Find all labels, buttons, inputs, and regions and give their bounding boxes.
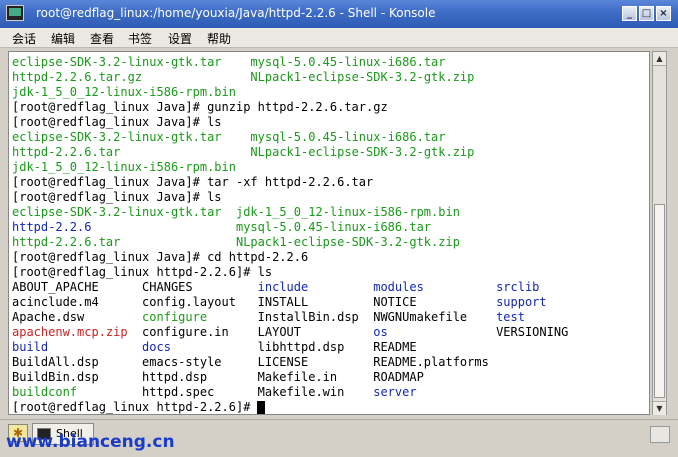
terminal-line: jdk-1_5_0_12-linux-i586-rpm.bin <box>12 85 236 100</box>
minimize-button[interactable]: _ <box>622 6 637 21</box>
terminal-line: buildconf httpd.spec Makefile.win server <box>12 385 417 400</box>
konsole-icon[interactable] <box>6 5 24 21</box>
menu-view[interactable]: 查看 <box>90 30 114 47</box>
terminal-text: jdk-1_5_0_12-linux-i586-rpm.bin <box>12 85 236 99</box>
terminal-line: acinclude.m4 config.layout INSTALL NOTIC… <box>12 295 547 310</box>
close-button[interactable]: × <box>656 6 671 21</box>
terminal-text: include <box>257 280 374 294</box>
terminal-text: buildconf <box>12 385 143 399</box>
terminal-text: test <box>496 310 525 324</box>
terminal-text: BuildBin.dsp httpd.dsp Makefile.in ROADM… <box>12 370 424 384</box>
terminal-text: BuildAll.dsp emacs-style LICENSE README.… <box>12 355 489 369</box>
terminal-text: InstallBin.dsp NWGNUmakefile <box>257 310 497 324</box>
terminal-text: build <box>12 340 143 354</box>
terminal-line: jdk-1_5_0_12-linux-i586-rpm.bin <box>12 160 236 175</box>
terminal-text: NLpack1-eclipse-SDK-3.2-gtk.zip <box>250 145 475 159</box>
close-session-button[interactable] <box>650 426 670 443</box>
terminal-text: NLpack1-eclipse-SDK-3.2-gtk.zip <box>250 70 475 84</box>
terminal-line: [root@redflag_linux Java]# gunzip httpd-… <box>12 100 388 115</box>
text-cursor <box>257 401 266 414</box>
scroll-thumb[interactable] <box>654 204 665 398</box>
scroll-up-arrow-icon[interactable]: ▲ <box>653 52 666 66</box>
terminal-text: jdk-1_5_0_12-linux-i586-rpm.bin <box>12 160 236 174</box>
terminal-line: eclipse-SDK-3.2-linux-gtk.tar mysql-5.0.… <box>12 130 446 145</box>
terminal-text: httpd-2.2.6.tar <box>12 235 236 249</box>
terminal-line: eclipse-SDK-3.2-linux-gtk.tar jdk-1_5_0_… <box>12 205 460 220</box>
terminal-text: jdk-1_5_0_12-linux-i586-rpm.bin <box>235 205 460 219</box>
terminal-text: httpd-2.2.6.tar <box>12 145 251 159</box>
terminal-line: httpd-2.2.6.tar NLpack1-eclipse-SDK-3.2-… <box>12 145 474 160</box>
terminal-text: docs <box>142 340 258 354</box>
terminal-line: [root@redflag_linux Java]# cd httpd-2.2.… <box>12 250 308 265</box>
watermark: www.bianceng.cn <box>6 432 175 452</box>
terminal-line: BuildBin.dsp httpd.dsp Makefile.in ROADM… <box>12 370 424 385</box>
terminal-line: Apache.dsw configure InstallBin.dsp NWGN… <box>12 310 525 325</box>
menu-settings[interactable]: 设置 <box>168 30 192 47</box>
terminal-text: [root@redflag_linux httpd-2.2.6]# <box>12 400 258 414</box>
vertical-scrollbar[interactable]: ▲ ▼ <box>652 51 667 415</box>
terminal-text: configure.in LAYOUT <box>142 325 374 339</box>
terminal-text: mysql-5.0.45-linux-i686.tar <box>235 220 432 234</box>
terminal-line: [root@redflag_linux Java]# ls <box>12 115 222 130</box>
terminal-line: [root@redflag_linux Java]# tar -xf httpd… <box>12 175 373 190</box>
menu-help[interactable]: 帮助 <box>207 30 231 47</box>
menu-bar: 会话 编辑 查看 书签 设置 帮助 <box>0 28 678 48</box>
terminal-line: [root@redflag_linux Java]# ls <box>12 190 222 205</box>
terminal-text: eclipse-SDK-3.2-linux-gtk.tar <box>12 130 251 144</box>
maximize-button[interactable]: □ <box>639 6 654 21</box>
terminal-text: httpd-2.2.6 <box>12 220 236 234</box>
terminal-text: support <box>496 295 547 309</box>
menu-session[interactable]: 会话 <box>12 30 36 47</box>
terminal-text: [root@redflag_linux Java]# gunzip httpd-… <box>12 100 388 114</box>
terminal-text: srclib <box>496 280 540 294</box>
terminal-text: acinclude.m4 config.layout INSTALL NOTIC… <box>12 295 497 309</box>
terminal-text: mysql-5.0.45-linux-i686.tar <box>250 130 446 144</box>
terminal-text: configure <box>142 310 258 324</box>
terminal-text: apachenw.mcp.zip <box>12 325 143 339</box>
terminal-text: mysql-5.0.45-linux-i686.tar <box>250 55 446 69</box>
terminal-line: [root@redflag_linux httpd-2.2.6]# <box>12 400 258 414</box>
menu-bookmarks[interactable]: 书签 <box>128 30 152 47</box>
terminal-line: ABOUT_APACHE CHANGES include modules src… <box>12 280 539 295</box>
terminal-text: modules <box>373 280 497 294</box>
terminal-text: httpd-2.2.6.tar.gz <box>12 70 251 84</box>
terminal-text: eclipse-SDK-3.2-linux-gtk.tar <box>12 205 236 219</box>
title-bar[interactable]: root@redflag_linux:/home/youxia/Java/htt… <box>0 0 678 28</box>
terminal-text: libhttpd.dsp README <box>257 340 417 354</box>
terminal-text: eclipse-SDK-3.2-linux-gtk.tar <box>12 55 251 69</box>
menu-edit[interactable]: 编辑 <box>51 30 75 47</box>
terminal-text: os <box>373 325 497 339</box>
terminal-text: httpd.spec Makefile.win <box>142 385 374 399</box>
terminal-line: httpd-2.2.6.tar.gz NLpack1-eclipse-SDK-3… <box>12 70 474 85</box>
terminal-line: eclipse-SDK-3.2-linux-gtk.tar mysql-5.0.… <box>12 55 446 70</box>
terminal-text: [root@redflag_linux Java]# cd httpd-2.2.… <box>12 250 309 264</box>
terminal-text: server <box>373 385 417 399</box>
terminal-text: [root@redflag_linux Java]# ls <box>12 190 222 204</box>
terminal-line: build docs libhttpd.dsp README <box>12 340 417 355</box>
terminal-text: VERSIONING <box>496 325 569 339</box>
terminal-text: ABOUT_APACHE CHANGES <box>12 280 258 294</box>
window-title: root@redflag_linux:/home/youxia/Java/htt… <box>36 6 436 20</box>
terminal-line: [root@redflag_linux httpd-2.2.6]# ls <box>12 265 272 280</box>
terminal-text: NLpack1-eclipse-SDK-3.2-gtk.zip <box>235 235 460 249</box>
terminal-line: BuildAll.dsp emacs-style LICENSE README.… <box>12 355 489 370</box>
terminal-text: [root@redflag_linux Java]# tar -xf httpd… <box>12 175 374 189</box>
scroll-down-arrow-icon[interactable]: ▼ <box>653 401 666 415</box>
terminal-line: httpd-2.2.6.tar NLpack1-eclipse-SDK-3.2-… <box>12 235 460 250</box>
terminal-line: httpd-2.2.6 mysql-5.0.45-linux-i686.tar <box>12 220 431 235</box>
terminal-text: [root@redflag_linux httpd-2.2.6]# ls <box>12 265 273 279</box>
terminal-text: [root@redflag_linux Java]# ls <box>12 115 222 129</box>
terminal-line: apachenw.mcp.zip configure.in LAYOUT os … <box>12 325 568 340</box>
terminal-text: Apache.dsw <box>12 310 143 324</box>
terminal-output[interactable]: eclipse-SDK-3.2-linux-gtk.tar mysql-5.0.… <box>8 51 650 415</box>
